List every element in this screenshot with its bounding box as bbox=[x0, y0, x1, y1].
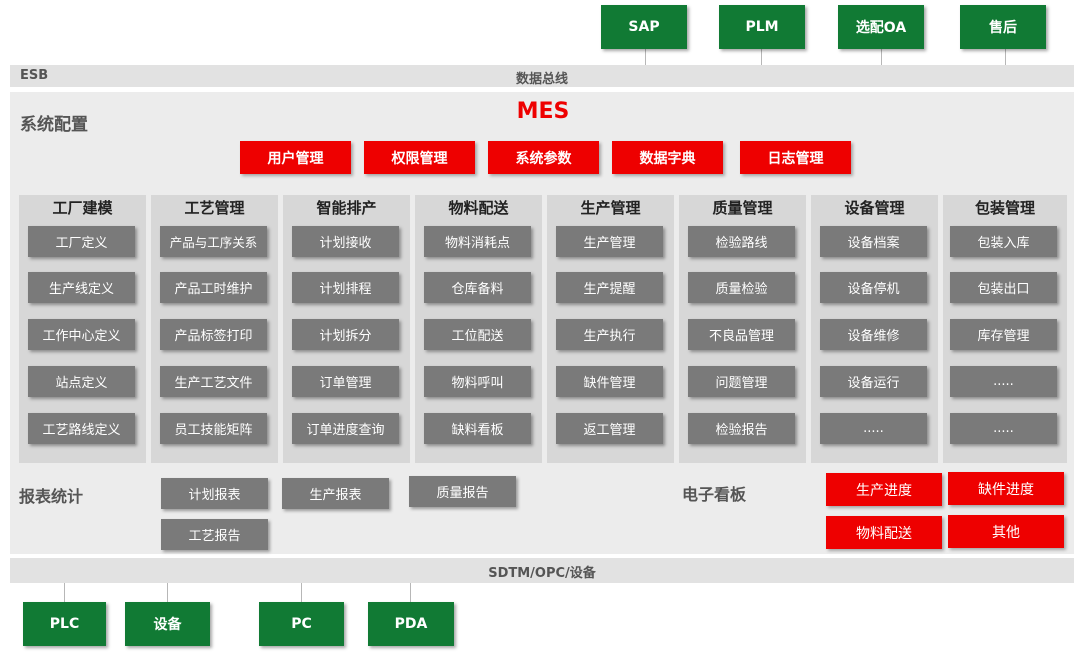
module-item: ..... bbox=[950, 366, 1057, 397]
report-item: 质量报告 bbox=[409, 476, 516, 507]
device-pda: PDA bbox=[368, 602, 454, 646]
module-material-delivery: 物料配送 物料消耗点 仓库备料 工位配送 物料呼叫 缺料看板 bbox=[415, 195, 542, 463]
module-item: 生产线定义 bbox=[28, 272, 135, 303]
module-item: 设备运行 bbox=[820, 366, 927, 397]
module-item: 不良品管理 bbox=[688, 319, 795, 350]
module-item: 工厂定义 bbox=[28, 226, 135, 257]
module-item: 工艺路线定义 bbox=[28, 413, 135, 444]
connector-line bbox=[645, 49, 646, 65]
config-button-permission: 权限管理 bbox=[364, 141, 475, 174]
reports-label: 报表统计 bbox=[19, 487, 84, 506]
module-item: 产品与工序关系 bbox=[160, 226, 267, 257]
connector-line bbox=[301, 583, 302, 602]
module-item: 检验路线 bbox=[688, 226, 795, 257]
kanban-item: 其他 bbox=[948, 515, 1064, 548]
module-item: 包装入库 bbox=[950, 226, 1057, 257]
module-item: 返工管理 bbox=[556, 413, 663, 444]
module-item: 检验报告 bbox=[688, 413, 795, 444]
module-title: 工厂建模 bbox=[52, 199, 113, 217]
system-plm: PLM bbox=[719, 5, 805, 49]
device-pc: PC bbox=[259, 602, 344, 646]
config-button-user: 用户管理 bbox=[240, 141, 351, 174]
module-item: 员工技能矩阵 bbox=[160, 413, 267, 444]
module-title: 设备管理 bbox=[844, 199, 905, 217]
system-oa: 选配OA bbox=[838, 5, 924, 49]
device-equipment: 设备 bbox=[125, 602, 210, 646]
sdtm-bus-label: SDTM/OPC/设备 bbox=[488, 566, 596, 581]
esb-bus-label: 数据总线 bbox=[515, 72, 568, 87]
module-quality-management: 质量管理 检验路线 质量检验 不良品管理 问题管理 检验报告 bbox=[679, 195, 806, 463]
module-item: 工位配送 bbox=[424, 319, 531, 350]
module-item: 生产提醒 bbox=[556, 272, 663, 303]
module-item: 物料呼叫 bbox=[424, 366, 531, 397]
config-button-params: 系统参数 bbox=[488, 141, 599, 174]
module-item: ..... bbox=[820, 413, 927, 444]
module-item: 计划接收 bbox=[292, 226, 399, 257]
module-item: 设备维修 bbox=[820, 319, 927, 350]
module-title: 智能排产 bbox=[316, 199, 377, 217]
module-item: 包装出口 bbox=[950, 272, 1057, 303]
sdtm-bus: SDTM/OPC/设备 bbox=[10, 558, 1074, 583]
module-title: 包装管理 bbox=[974, 199, 1035, 217]
module-item: 生产执行 bbox=[556, 319, 663, 350]
config-button-log: 日志管理 bbox=[740, 141, 851, 174]
connector-line bbox=[64, 583, 65, 602]
module-item: ..... bbox=[950, 413, 1057, 444]
kanban-item: 物料配送 bbox=[826, 516, 942, 549]
module-item: 工作中心定义 bbox=[28, 319, 135, 350]
module-item: 缺料看板 bbox=[424, 413, 531, 444]
module-item: 设备档案 bbox=[820, 226, 927, 257]
module-item: 订单管理 bbox=[292, 366, 399, 397]
module-title: 生产管理 bbox=[580, 199, 641, 217]
system-config-label: 系统配置 bbox=[20, 115, 88, 135]
module-packaging-management: 包装管理 包装入库 包装出口 库存管理 ..... ..... bbox=[943, 195, 1067, 463]
module-title: 物料配送 bbox=[448, 199, 509, 217]
module-process-management: 工艺管理 产品与工序关系 产品工时维护 产品标签打印 生产工艺文件 员工技能矩阵 bbox=[151, 195, 278, 463]
connector-line bbox=[881, 49, 882, 65]
module-item: 问题管理 bbox=[688, 366, 795, 397]
module-item: 物料消耗点 bbox=[424, 226, 531, 257]
module-item: 生产工艺文件 bbox=[160, 366, 267, 397]
module-equipment-management: 设备管理 设备档案 设备停机 设备维修 设备运行 ..... bbox=[811, 195, 938, 463]
system-aftersales: 售后 bbox=[960, 5, 1046, 49]
report-item: 生产报表 bbox=[282, 478, 389, 509]
module-item: 仓库备料 bbox=[424, 272, 531, 303]
report-item: 计划报表 bbox=[161, 478, 268, 509]
esb-bus: ESB 数据总线 bbox=[10, 65, 1074, 87]
connector-line bbox=[167, 583, 168, 602]
module-item: 计划拆分 bbox=[292, 319, 399, 350]
module-item: 生产管理 bbox=[556, 226, 663, 257]
report-item: 工艺报告 bbox=[161, 519, 268, 550]
kanban-item: 缺件进度 bbox=[948, 472, 1064, 505]
module-item: 质量检验 bbox=[688, 272, 795, 303]
module-item: 产品工时维护 bbox=[160, 272, 267, 303]
device-plc: PLC bbox=[23, 602, 106, 646]
module-item: 设备停机 bbox=[820, 272, 927, 303]
module-factory-modeling: 工厂建模 工厂定义 生产线定义 工作中心定义 站点定义 工艺路线定义 bbox=[19, 195, 146, 463]
module-title: 质量管理 bbox=[712, 199, 773, 217]
kanban-item: 生产进度 bbox=[826, 473, 942, 506]
module-smart-scheduling: 智能排产 计划接收 计划排程 计划拆分 订单管理 订单进度查询 bbox=[283, 195, 410, 463]
module-title: 工艺管理 bbox=[184, 199, 245, 217]
module-production-management: 生产管理 生产管理 生产提醒 生产执行 缺件管理 返工管理 bbox=[547, 195, 674, 463]
system-sap: SAP bbox=[601, 5, 687, 49]
connector-line bbox=[1005, 49, 1006, 65]
module-item: 产品标签打印 bbox=[160, 319, 267, 350]
kanban-label: 电子看板 bbox=[682, 485, 747, 504]
module-item: 库存管理 bbox=[950, 319, 1057, 350]
mes-title: MES bbox=[516, 99, 570, 124]
module-item: 缺件管理 bbox=[556, 366, 663, 397]
module-item: 站点定义 bbox=[28, 366, 135, 397]
connector-line bbox=[410, 583, 411, 602]
connector-line bbox=[761, 49, 762, 65]
module-item: 计划排程 bbox=[292, 272, 399, 303]
module-item: 订单进度查询 bbox=[292, 413, 399, 444]
config-button-dictionary: 数据字典 bbox=[612, 141, 723, 174]
